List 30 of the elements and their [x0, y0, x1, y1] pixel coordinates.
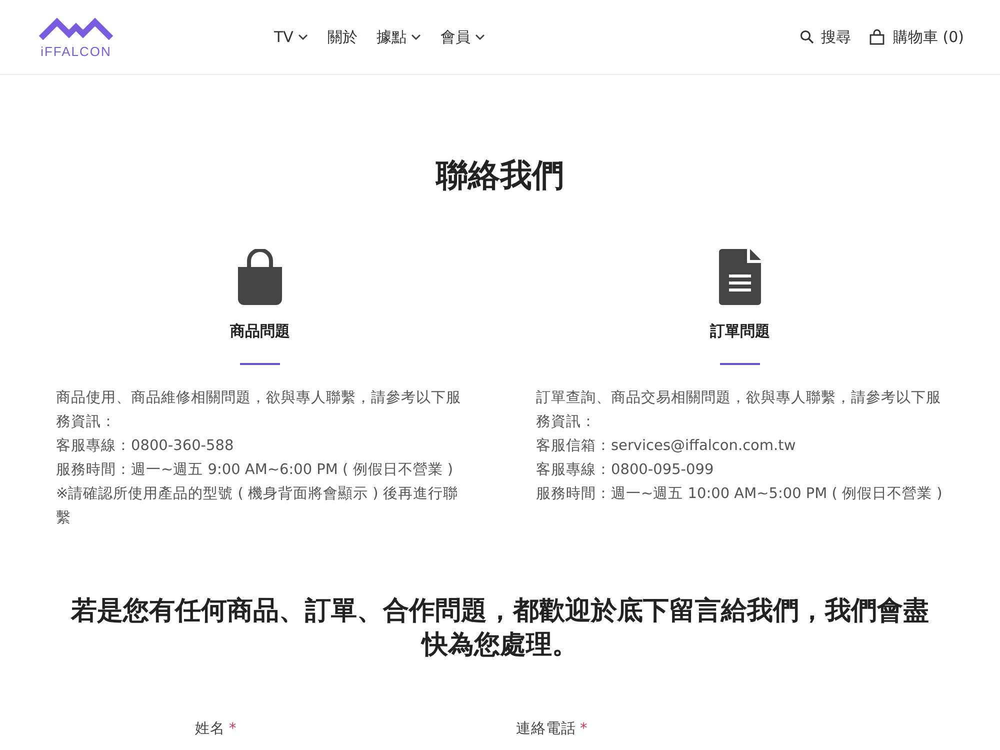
logo-icon[interactable]: [39, 16, 113, 40]
info-text: 客服信箱：services@iffalcon.com.tw: [536, 436, 797, 456]
card-title: 訂單問題: [710, 321, 770, 342]
title-underline: [720, 363, 760, 365]
info-text: 客服專線：0800-360-588: [56, 436, 235, 456]
nav-link[interactable]: 關於: [327, 28, 358, 46]
page-title: 聯絡我們: [436, 155, 564, 196]
title-underline: [240, 363, 280, 365]
shopping-bag-icon: [868, 29, 885, 45]
document-icon: [719, 249, 761, 305]
card-title: 商品問題: [230, 321, 290, 342]
required-mark: *: [229, 721, 236, 737]
nav-link[interactable]: TV: [274, 28, 308, 46]
info-text: 服務時間：週一~週五 10:00 AM~5:00 PM ( 例假日不營業 ): [536, 485, 944, 504]
logo-text[interactable]: iFFALCON: [40, 44, 112, 58]
info-text: ※請確認所使用產品的型號 ( 機身背面將會顯示 ) 後再進行聯繫: [56, 485, 459, 528]
field-label: 姓名 *: [195, 721, 236, 737]
search-link[interactable]: 搜尋: [800, 28, 851, 46]
required-mark: *: [580, 721, 588, 737]
shopping-bag-icon: [235, 249, 285, 305]
field-label: 連絡電話 *: [516, 721, 588, 737]
info-text: 客服專線：0800-095-099: [536, 460, 715, 480]
nav-link[interactable]: 會員: [440, 28, 486, 46]
info-text: 服務時間：週一~週五 9:00 AM~6:00 PM ( 例假日不營業 ): [56, 461, 454, 480]
nav-link[interactable]: 據點: [376, 28, 422, 46]
form-heading: 若是您有任何商品、訂單、合作問題，都歡迎於底下留言給我們，我們會盡快為您處理。: [70, 595, 930, 662]
cart-link[interactable]: 購物車 (0): [868, 28, 964, 46]
info-text: 商品使用、商品維修相關問題，欲與專人聯繫，請參考以下服務資訊：: [56, 388, 462, 432]
search-icon: [800, 30, 814, 44]
info-text: 訂單查詢、商品交易相關問題，欲與專人聯繫，請參考以下服務資訊：: [536, 388, 942, 432]
